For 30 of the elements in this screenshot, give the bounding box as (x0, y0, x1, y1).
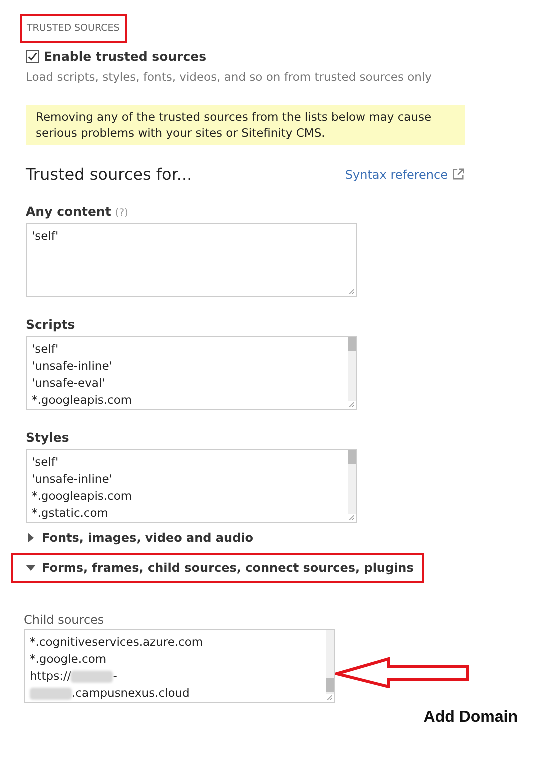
field-label: Any content (26, 204, 112, 219)
resize-grip-icon[interactable] (348, 288, 355, 295)
section-heading: TRUSTED SOURCES (20, 14, 127, 43)
section-title: Trusted sources for... (26, 165, 192, 184)
resize-grip-icon[interactable] (348, 514, 355, 521)
redaction-blur (30, 688, 72, 700)
field-label: Child sources (24, 613, 106, 627)
external-link-icon (452, 168, 465, 181)
text-area[interactable]: 'self' 'unsafe-inline' *.googleapis.com *.gstatic.com (26, 449, 357, 523)
description: Load scripts, styles, fonts, videos, and so on from trusted sources only (26, 70, 433, 84)
section-expander[interactable]: Fonts, images, video and audio (26, 531, 254, 545)
text-area[interactable]: *.cognitiveservices.azure.com *.google.com https:// - .campusnexus.cloud (24, 629, 335, 703)
redaction-blur (71, 670, 114, 682)
text-area[interactable]: 'self' 'unsafe-inline' 'unsafe-eval' *.googleapis.com (26, 336, 357, 410)
resize-grip-icon[interactable] (326, 694, 333, 701)
warning-banner: Removing any of the trusted sources from the lists below may cause serious problems with your sites or Sitefinity CMS. (26, 105, 465, 145)
scrollbar[interactable] (348, 337, 356, 401)
checkbox-label: Enable trusted sources (44, 49, 207, 64)
scrollbar[interactable] (348, 450, 356, 514)
caret-down-icon (26, 563, 36, 573)
scrollbar[interactable] (326, 630, 334, 694)
syntax-reference-link[interactable]: Syntax reference (345, 168, 465, 182)
section-expander[interactable]: Forms, frames, child sources, connect sources, plugins (26, 561, 414, 575)
text-area[interactable]: 'self' (26, 223, 357, 297)
checkbox[interactable] (26, 50, 39, 63)
annotation-text: Add Domain (424, 709, 518, 727)
field-label: Styles (26, 430, 70, 445)
field-label: Scripts (26, 317, 76, 332)
caret-right-icon (26, 533, 36, 543)
resize-grip-icon[interactable] (348, 401, 355, 408)
